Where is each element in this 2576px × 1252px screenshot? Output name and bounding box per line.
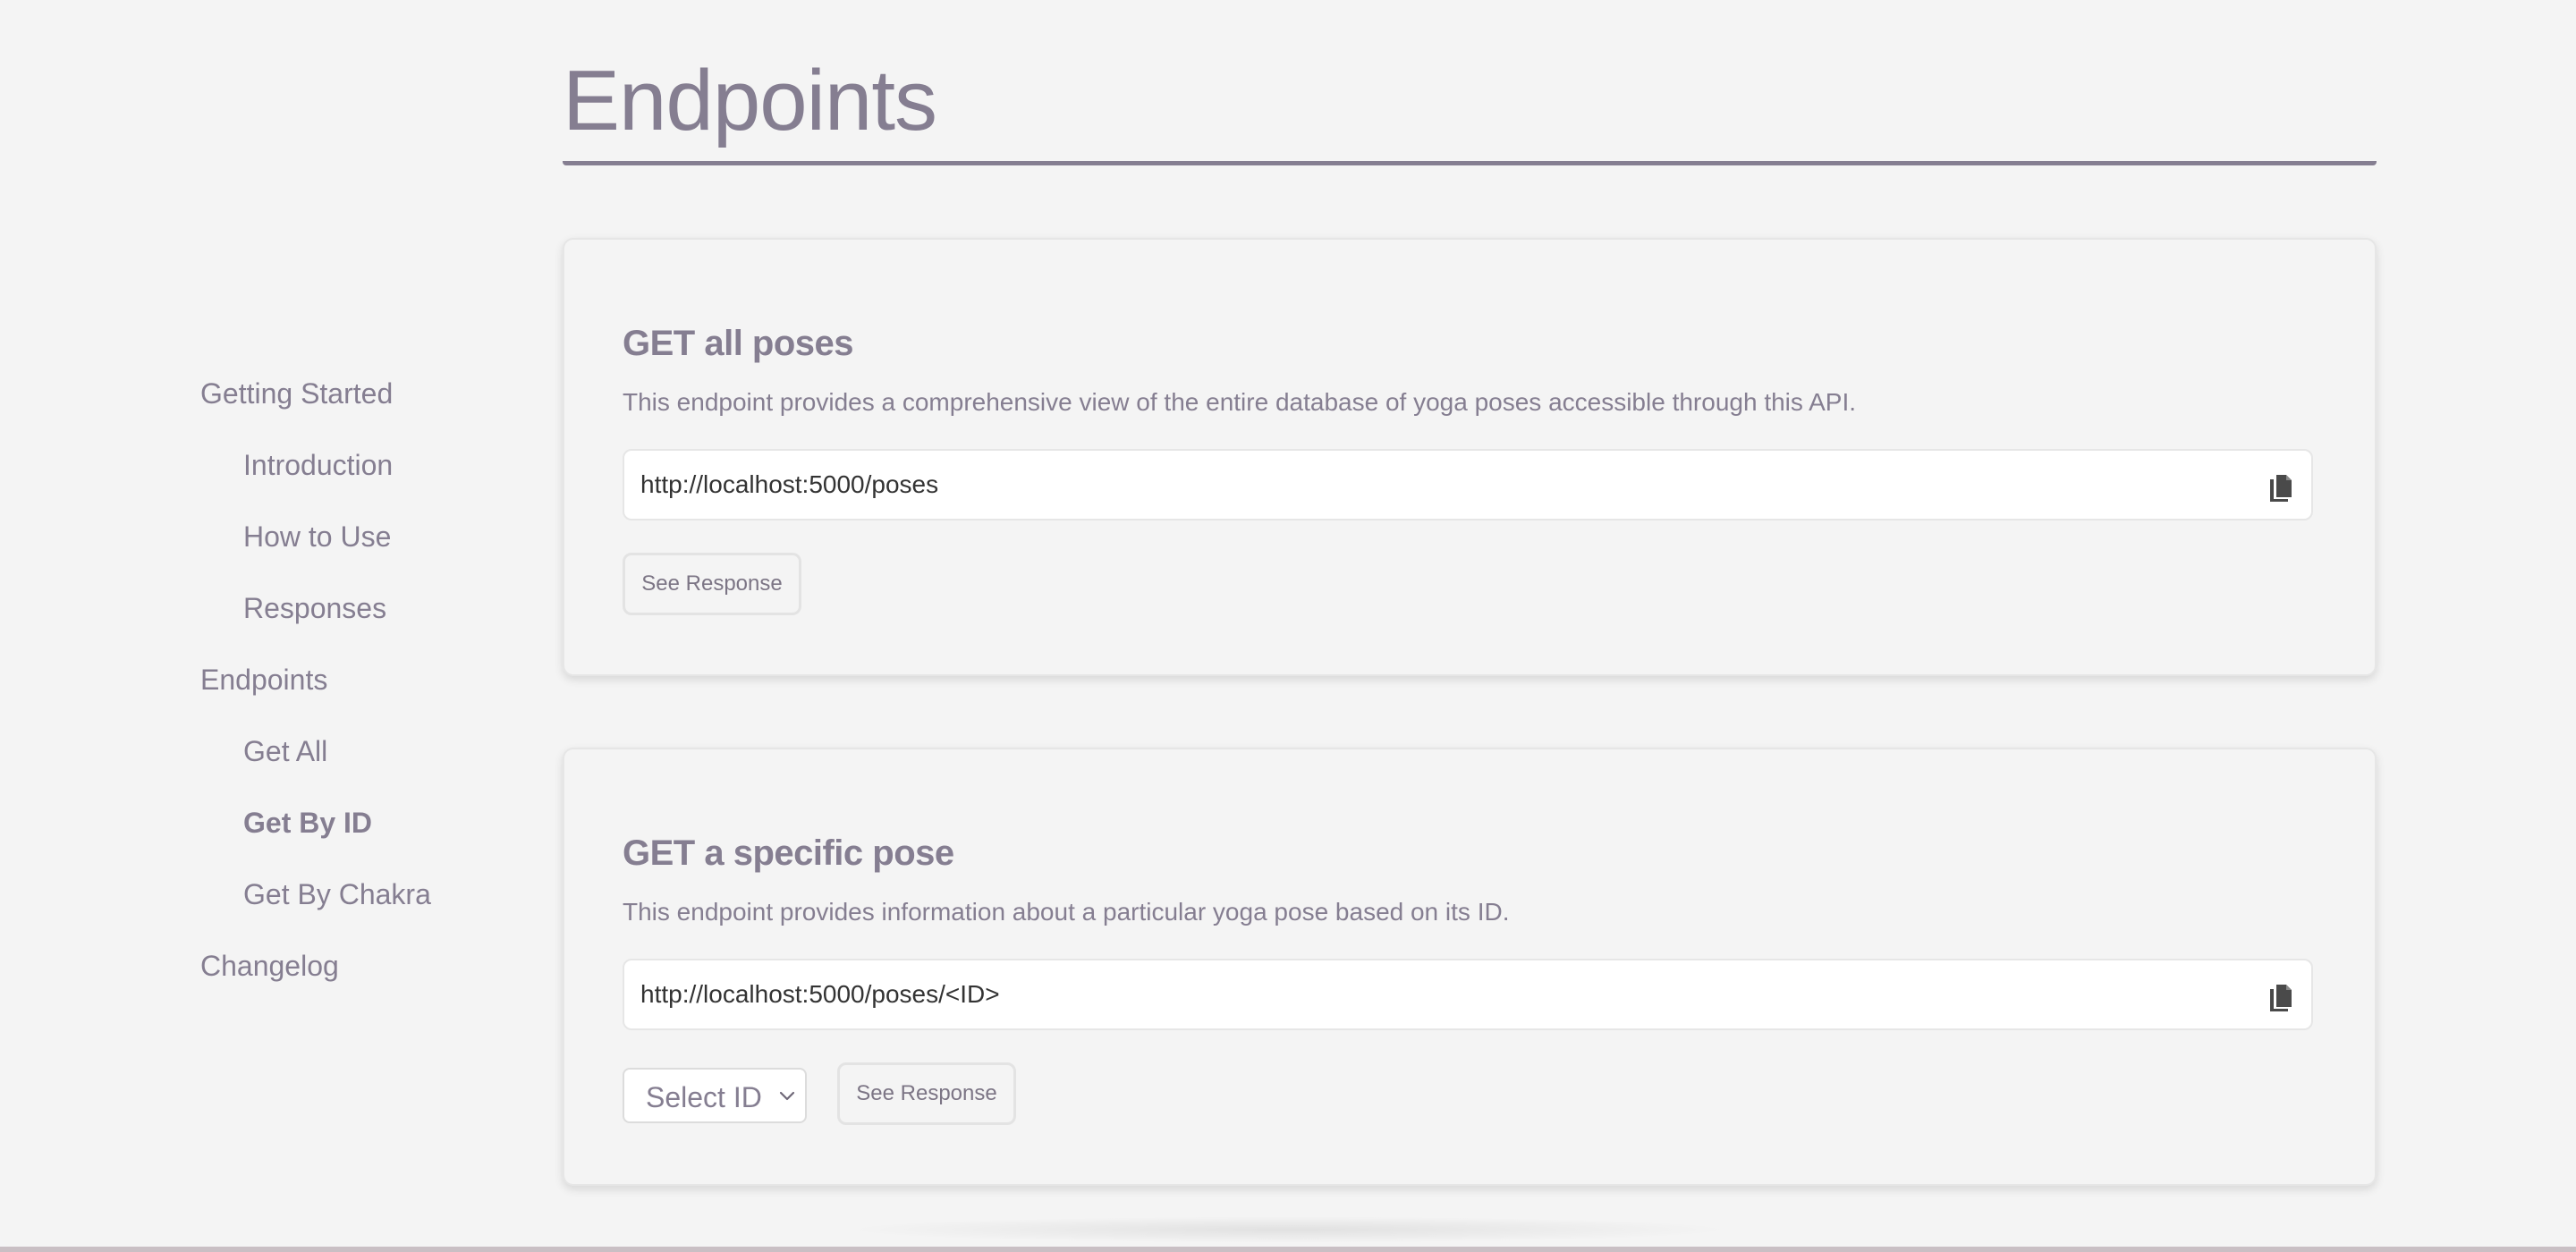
sidebar-item-how-to-use[interactable]: How to Use	[200, 519, 522, 554]
endpoint-url-field[interactable]: http://localhost:5000/poses	[623, 449, 2313, 520]
title-divider	[563, 161, 2377, 165]
see-response-button[interactable]: See Response	[623, 553, 801, 615]
sidebar-item-get-all[interactable]: Get All	[200, 733, 522, 769]
select-id-dropdown[interactable]: Select ID	[623, 1068, 807, 1123]
endpoint-card-get-all: GET all poses This endpoint provides a c…	[563, 238, 2377, 676]
endpoint-heading: GET all poses	[623, 324, 854, 363]
endpoint-description: This endpoint provides a comprehensive v…	[623, 388, 1857, 416]
sidebar-item-endpoints[interactable]: Endpoints	[200, 662, 522, 698]
bottom-shadow	[841, 1216, 1735, 1243]
copy-icon[interactable]	[2267, 472, 2295, 504]
endpoint-url-field[interactable]: http://localhost:5000/poses/<ID>	[623, 959, 2313, 1030]
copy-icon[interactable]	[2267, 982, 2295, 1014]
sidebar-item-responses[interactable]: Responses	[200, 590, 522, 626]
sidebar-item-introduction[interactable]: Introduction	[200, 447, 522, 483]
chevron-down-icon	[779, 1091, 795, 1101]
page-title: Endpoints	[563, 53, 937, 148]
sidebar-item-get-by-id[interactable]: Get By ID	[200, 805, 522, 841]
endpoint-heading: GET a specific pose	[623, 833, 954, 873]
sidebar-item-getting-started[interactable]: Getting Started	[200, 376, 522, 411]
endpoint-url-text: http://localhost:5000/poses	[640, 470, 939, 498]
endpoint-description: This endpoint provides information about…	[623, 898, 1510, 926]
sidebar-item-changelog[interactable]: Changelog	[200, 948, 522, 984]
endpoint-card-get-by-id: GET a specific pose This endpoint provid…	[563, 748, 2377, 1186]
sidebar-nav: Getting Started Introduction How to Use …	[200, 376, 522, 1019]
page: Getting Started Introduction How to Use …	[0, 0, 2576, 1248]
endpoint-url-text: http://localhost:5000/poses/<ID>	[640, 980, 1000, 1008]
window-bottom-edge	[0, 1247, 2576, 1252]
sidebar-item-get-by-chakra[interactable]: Get By Chakra	[200, 876, 522, 912]
see-response-button[interactable]: See Response	[837, 1062, 1016, 1125]
select-id-value: Select ID	[646, 1081, 762, 1113]
